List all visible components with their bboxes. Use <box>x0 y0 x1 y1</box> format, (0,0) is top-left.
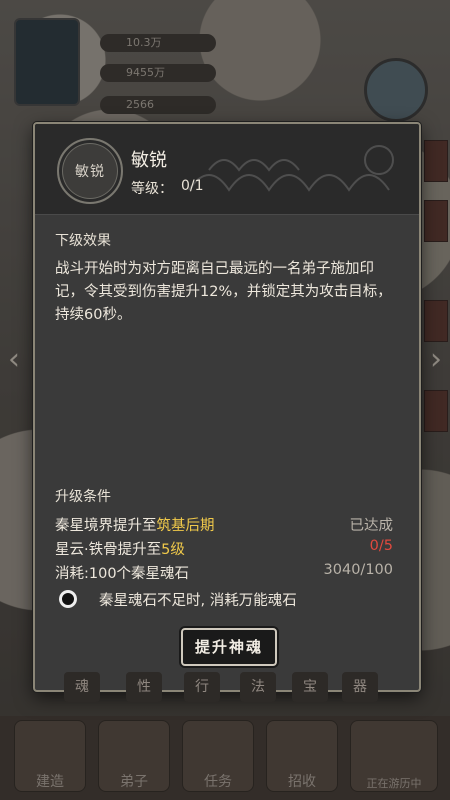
condition-status: 0/5 <box>369 538 393 554</box>
condition-row: 秦星境界提升至筑基后期 已达成 <box>55 514 393 536</box>
day-clock-icon <box>364 58 428 122</box>
stat-currency-3: 2566 <box>100 96 216 114</box>
stat-currency-2: 9455万 <box>100 64 216 82</box>
next-effect-title: 下级效果 <box>55 233 111 249</box>
toggle-label: 秦星魂石不足时, 消耗万能魂石 <box>99 593 297 609</box>
right-tab-bag <box>424 140 448 182</box>
panel-header: 敏锐 敏锐 等级： 0/1 <box>35 124 419 215</box>
cloud-pattern-icon <box>188 145 394 192</box>
nav-build[interactable]: 建造 <box>14 720 86 792</box>
next-arrow-icon[interactable]: › <box>426 340 446 380</box>
right-tab-3 <box>424 300 448 342</box>
upgrade-soul-button[interactable]: 提升神魂 <box>181 628 277 666</box>
stat-currency-1: 10.3万 <box>100 34 216 52</box>
skill-level-label: 等级： <box>131 181 173 197</box>
next-effect-description: 战斗开始时为对方距离自己最远的一名弟子施加印记，令其受到伤害提升12%，并锁定其… <box>55 261 392 323</box>
radio-circle-icon[interactable] <box>59 590 77 608</box>
condition-row: 消耗:100个秦星魂石 3040/100 <box>55 562 393 582</box>
prev-arrow-icon[interactable]: ‹ <box>4 340 24 380</box>
tab-soul[interactable]: 魂 <box>64 672 100 702</box>
nav-tasks[interactable]: 任务 <box>182 720 254 792</box>
bottom-nav: 建造 弟子 任务 招收 正在游历中 <box>0 716 450 800</box>
tab-treasure[interactable]: 宝 <box>292 672 328 702</box>
skill-icon: 敏锐 <box>57 138 123 204</box>
tab-nature[interactable]: 性 <box>126 672 162 702</box>
nav-travel[interactable]: 正在游历中 <box>350 720 438 792</box>
player-avatar <box>14 18 80 106</box>
skill-name: 敏锐 <box>131 150 167 171</box>
nav-recruit[interactable]: 招收 <box>266 720 338 792</box>
panel-tabs: 魂 性 行 法 宝 器 <box>30 672 390 702</box>
skill-level-value: 0/1 <box>181 178 204 194</box>
right-tab-2 <box>424 200 448 242</box>
universal-stone-toggle[interactable]: 秦星魂石不足时, 消耗万能魂石 <box>59 588 389 612</box>
right-tab-4 <box>424 390 448 432</box>
skill-detail-panel: 敏锐 敏锐 等级： 0/1 下级效果 战斗开始时为对方距离自己最远的一名弟子施加… <box>33 122 421 692</box>
tab-artifact[interactable]: 器 <box>342 672 378 702</box>
upgrade-conditions-title: 升级条件 <box>55 489 111 505</box>
condition-row: 星云·铁骨提升至5级 0/5 <box>55 538 393 558</box>
tab-method[interactable]: 法 <box>240 672 276 702</box>
tab-action[interactable]: 行 <box>184 672 220 702</box>
condition-status: 已达成 <box>349 518 394 534</box>
condition-status: 3040/100 <box>323 562 393 578</box>
nav-disciples[interactable]: 弟子 <box>98 720 170 792</box>
